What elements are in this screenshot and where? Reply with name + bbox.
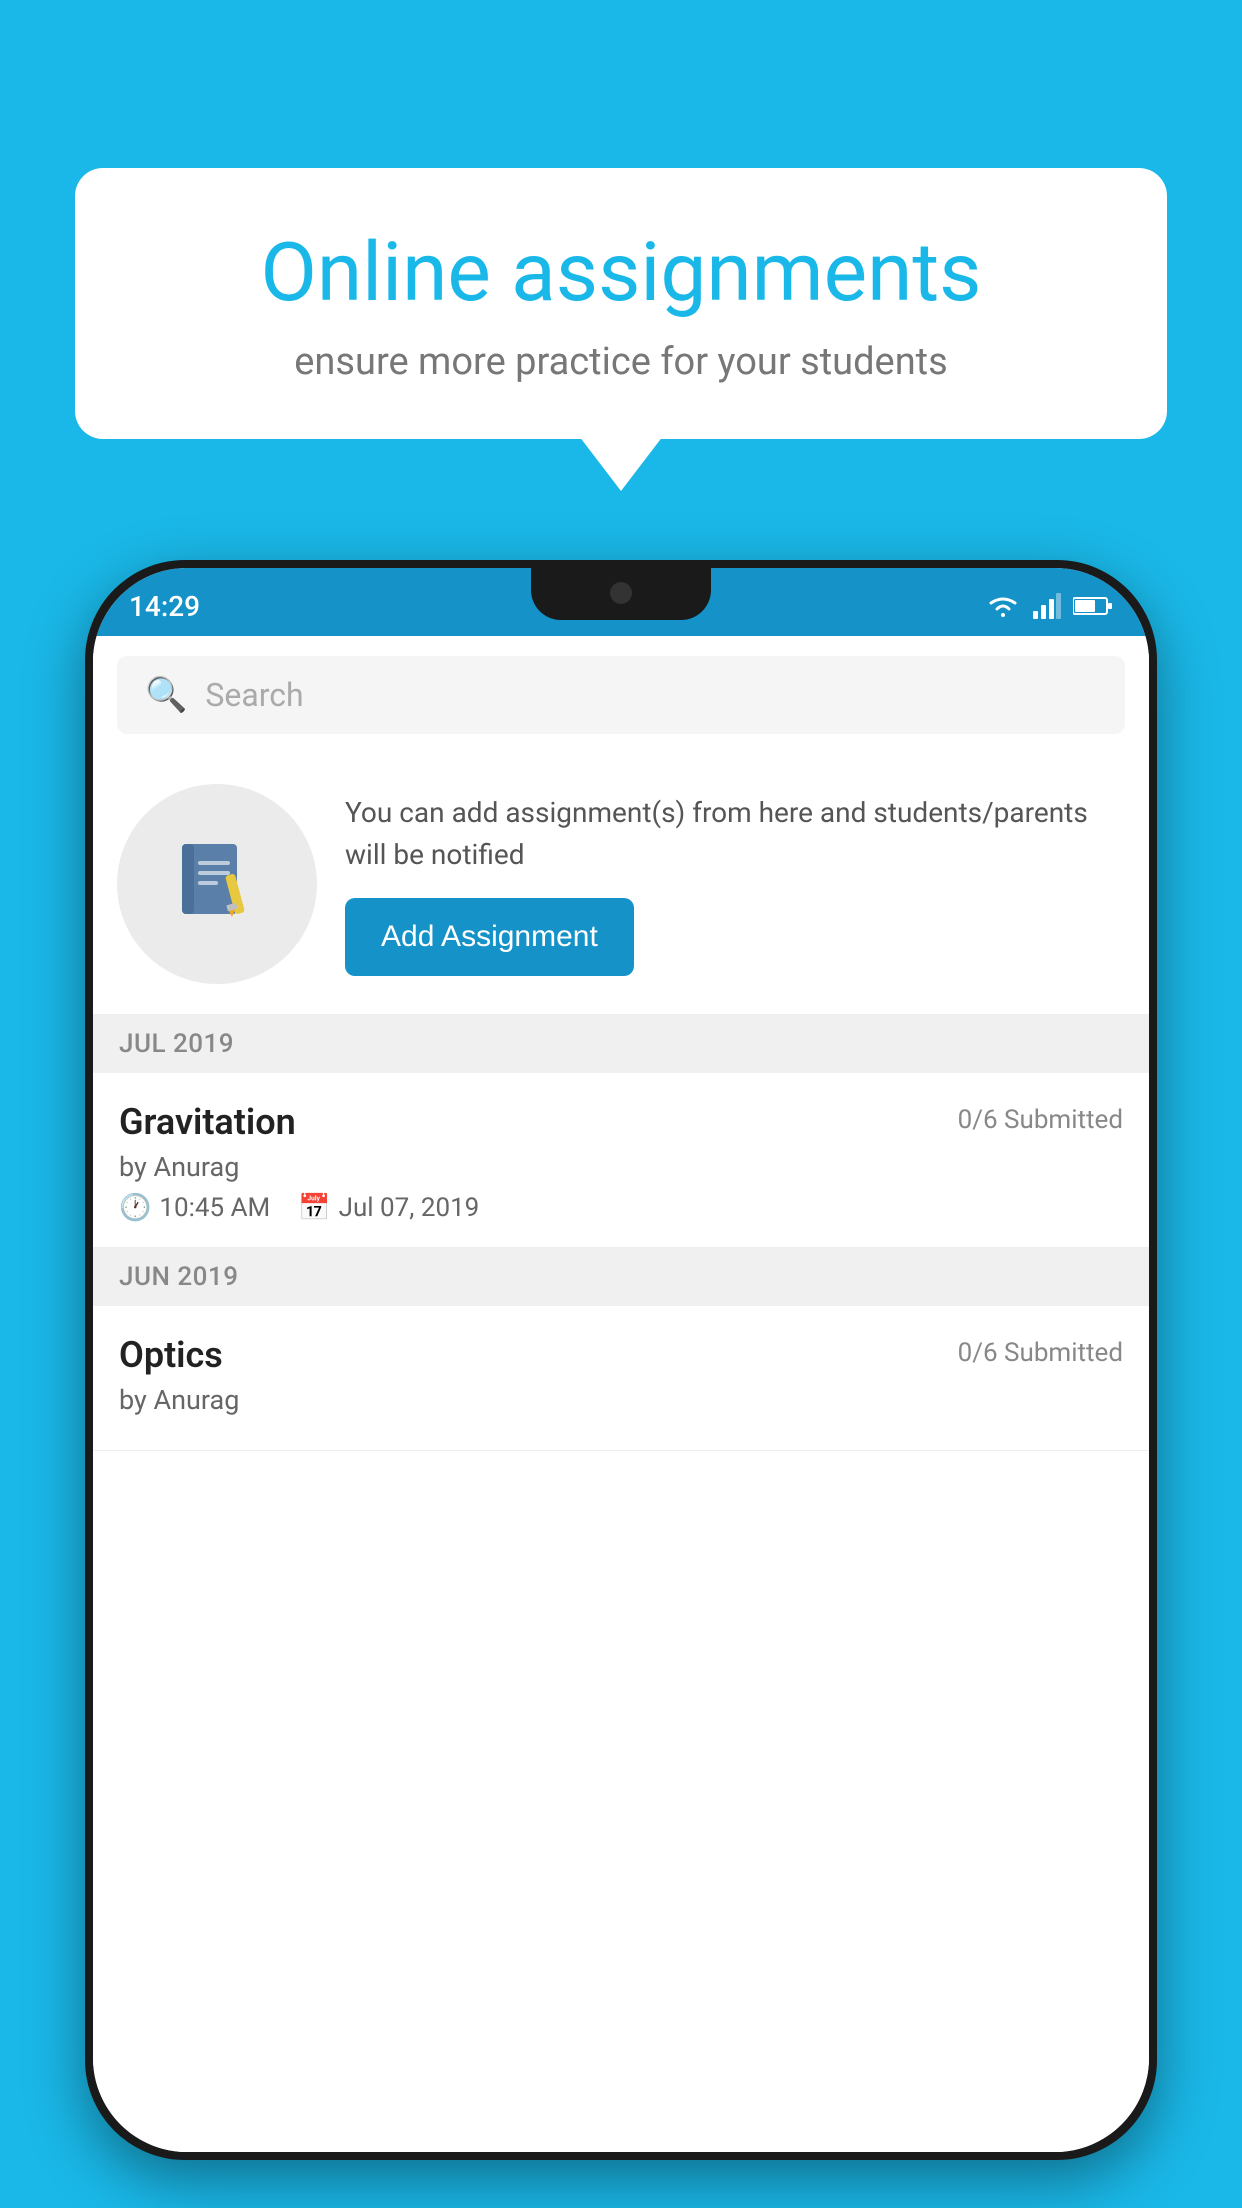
cta-description: You can add assignment(s) from here and …: [345, 792, 1125, 876]
phone-frame: 14:29: [85, 560, 1157, 2160]
speech-bubble-subtitle: ensure more practice for your students: [145, 340, 1097, 384]
phone-inner: 14:29: [93, 568, 1149, 2152]
speech-bubble-container: Online assignments ensure more practice …: [75, 168, 1167, 439]
cta-content: You can add assignment(s) from here and …: [345, 792, 1125, 976]
cta-icon-circle: [117, 784, 317, 984]
assignment-date: 📅 Jul 07, 2019: [298, 1193, 479, 1223]
add-assignment-button[interactable]: Add Assignment: [345, 898, 634, 976]
assignment-cta: You can add assignment(s) from here and …: [93, 754, 1149, 1015]
assignment-by-gravitation: by Anurag: [119, 1151, 1123, 1183]
camera: [610, 582, 632, 604]
assignment-name-gravitation: Gravitation: [119, 1101, 296, 1143]
assignment-by-optics: by Anurag: [119, 1384, 1123, 1416]
assignment-submitted-optics: 0/6 Submitted: [958, 1338, 1123, 1368]
assignment-time: 🕐 10:45 AM: [119, 1193, 270, 1223]
search-placeholder: Search: [205, 676, 303, 714]
assignment-date-value: Jul 07, 2019: [339, 1193, 480, 1223]
speech-bubble: Online assignments ensure more practice …: [75, 168, 1167, 439]
search-icon: 🔍: [145, 675, 187, 715]
battery-icon: [1073, 595, 1113, 617]
search-bar[interactable]: 🔍 Search: [117, 656, 1125, 734]
screen-content: 🔍 Search: [93, 636, 1149, 2152]
speech-bubble-title: Online assignments: [145, 228, 1097, 318]
notebook-icon: [172, 839, 262, 929]
status-time: 14:29: [129, 590, 200, 623]
month-divider-jun: JUN 2019: [93, 1248, 1149, 1306]
calendar-icon: 📅: [298, 1193, 330, 1223]
assignment-item-gravitation[interactable]: Gravitation 0/6 Submitted by Anurag 🕐 10…: [93, 1073, 1149, 1248]
assignment-row1: Gravitation 0/6 Submitted: [119, 1101, 1123, 1143]
assignment-meta-gravitation: 🕐 10:45 AM 📅 Jul 07, 2019: [119, 1193, 1123, 1223]
phone-screen: 14:29: [93, 568, 1149, 2152]
assignment-row1-optics: Optics 0/6 Submitted: [119, 1334, 1123, 1376]
assignment-time-value: 10:45 AM: [159, 1193, 270, 1223]
month-divider-jul: JUL 2019: [93, 1015, 1149, 1073]
notch: [531, 568, 711, 620]
wifi-icon: [985, 593, 1021, 619]
signal-icon: [1033, 593, 1061, 619]
assignment-name-optics: Optics: [119, 1334, 223, 1376]
search-bar-container: 🔍 Search: [93, 636, 1149, 754]
assignment-submitted-gravitation: 0/6 Submitted: [958, 1105, 1123, 1135]
assignment-item-optics[interactable]: Optics 0/6 Submitted by Anurag: [93, 1306, 1149, 1451]
clock-icon: 🕐: [119, 1193, 151, 1223]
status-icons: [985, 593, 1113, 619]
